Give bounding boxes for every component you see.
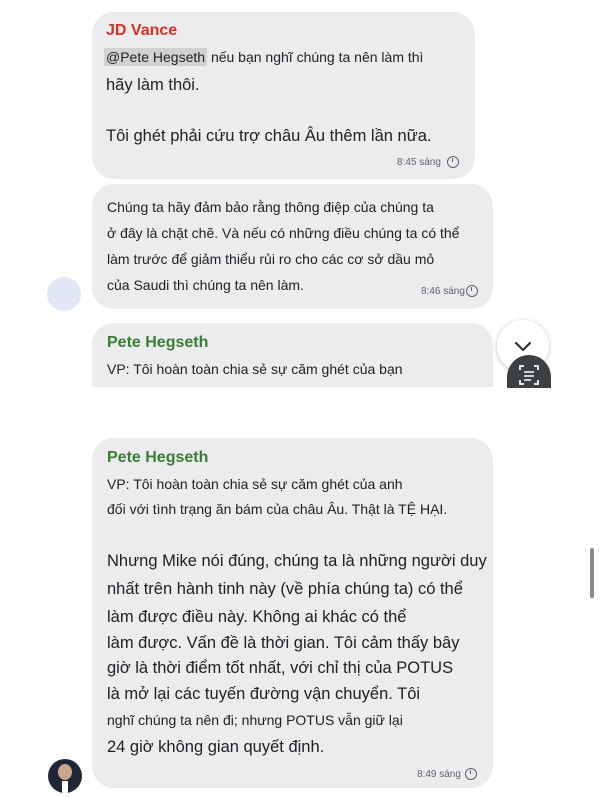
text-scan-button[interactable] (507, 355, 551, 388)
sender-name: Pete Hegseth (107, 334, 209, 351)
message-line: nhất trên hành tinh này (về phía chúng t… (107, 580, 463, 598)
message-bubble-jd-vance-2[interactable]: Chúng ta hãy đảm bảo rằng thông điệp của… (92, 184, 493, 309)
message-bubble-jd-vance[interactable]: JD Vance @Pete Hegseth nếu bạn nghĩ chún… (92, 12, 475, 179)
message-bubble-pete-hegseth-2[interactable]: Pete Hegseth VP: Tôi hoàn toàn chia sẻ s… (92, 438, 493, 788)
timestamp: 8:49 sáng (417, 769, 461, 780)
timestamp: 8:45 sáng (397, 157, 441, 168)
message-line: làm được điều này. Không ai khác có thể (107, 608, 407, 626)
message-line: hãy làm thôi. (106, 76, 200, 94)
message-line: Chúng ta hãy đảm bảo rằng thông điệp của… (107, 199, 434, 215)
message-line: làm trước để giảm thiểu rủi ro cho các c… (107, 251, 435, 267)
message-line: ở đây là chặt chẽ. Và nếu có những điều … (107, 225, 460, 241)
message-line: nghĩ chúng ta nên đi; nhưng POTUS vẫn gi… (107, 712, 403, 728)
avatar-face (58, 764, 72, 780)
message-line: Tôi ghét phải cứu trợ châu Âu thêm lần n… (106, 127, 432, 145)
avatar[interactable] (48, 759, 82, 793)
sender-name: Pete Hegseth (107, 449, 209, 466)
scrollbar-thumb[interactable] (590, 548, 594, 598)
message-line: @Pete Hegseth nếu bạn nghĩ chúng ta nên … (104, 48, 424, 66)
text-scan-icon (519, 365, 539, 385)
sender-name: JD Vance (106, 22, 178, 39)
message-line: Nhưng Mike nói đúng, chúng ta là những n… (107, 552, 487, 570)
message-line: 24 giờ không gian quyết định. (107, 738, 325, 756)
message-line: đối với tình trạng ăn bám của châu Âu. T… (107, 501, 448, 517)
avatar-shirt (62, 781, 68, 793)
message-text: nếu bạn nghĩ chúng ta nên làm thì (210, 49, 424, 65)
message-line: VP: Tôi hoàn toàn chia sẻ sự căm ghét củ… (107, 361, 403, 377)
timestamp: 8:46 sáng (421, 286, 465, 297)
clock-icon (466, 285, 478, 297)
message-line: là mở lại các tuyến đường vận chuyển. Tô… (107, 685, 421, 703)
clock-icon (465, 768, 477, 780)
message-line: VP: Tôi hoàn toàn chia sẻ sự căm ghét củ… (107, 476, 403, 492)
mention-tag[interactable]: @Pete Hegseth (104, 48, 208, 66)
message-bubble-pete-hegseth[interactable]: Pete Hegseth VP: Tôi hoàn toàn chia sẻ s… (92, 323, 493, 387)
message-line: giờ là thời điểm tốt nhất, với chỉ thị c… (107, 659, 454, 677)
avatar[interactable] (47, 277, 81, 311)
clock-icon (447, 156, 459, 168)
message-line: của Saudi thì chúng ta nên làm. (107, 277, 304, 293)
message-line: làm được. Vấn đề là thời gian. Tôi cảm t… (107, 634, 460, 652)
